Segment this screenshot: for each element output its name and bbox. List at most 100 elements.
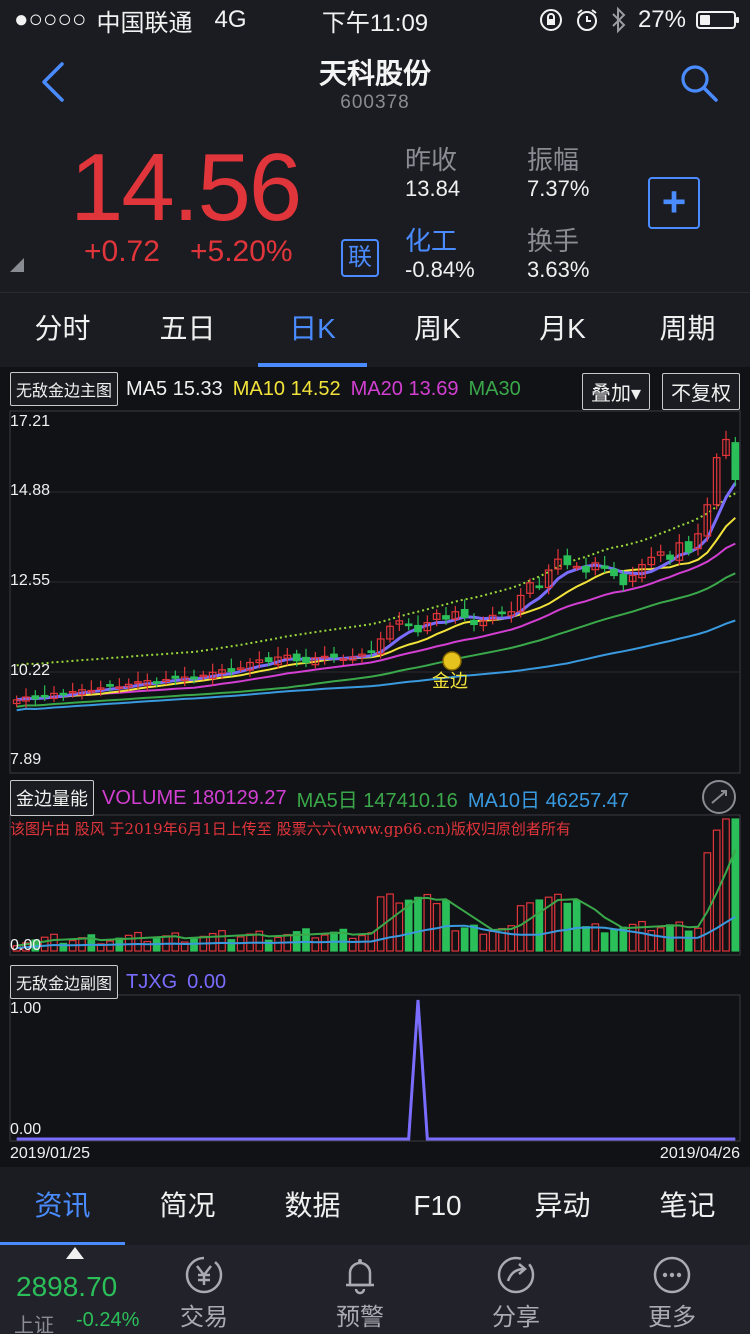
info-tab[interactable]: 异动 — [500, 1167, 625, 1245]
info-tab[interactable]: 资讯 — [0, 1167, 125, 1245]
period-tab[interactable]: 月K — [500, 293, 625, 367]
share-button[interactable]: 分享 — [438, 1245, 594, 1334]
sub-chart-header: 无敌金边副图 TJXG 0.00 — [10, 965, 226, 999]
stock-name: 天科股份 — [318, 58, 431, 89]
volume-bar — [684, 930, 693, 952]
sub-chart-frame — [9, 994, 741, 1142]
volume-bar — [694, 927, 702, 952]
volume-bar — [451, 930, 460, 952]
sector-link[interactable]: 化工 — [405, 221, 457, 258]
volume-bar — [722, 818, 730, 952]
candle-body — [40, 694, 49, 698]
candle-body — [302, 656, 310, 664]
volume-bar — [264, 939, 273, 952]
date-end-label: 2019/04/26 — [659, 1145, 740, 1162]
more-button[interactable]: 更多 — [594, 1245, 750, 1334]
price-change-percent: +5.20% — [190, 235, 293, 268]
candlestick-chart[interactable] — [0, 367, 750, 1167]
volume-ma10-line — [16, 915, 736, 950]
volume-zero-label: 0.00 — [10, 937, 42, 954]
volume-bar — [516, 905, 525, 952]
volume-bar — [423, 893, 432, 952]
candle-body — [600, 565, 609, 569]
tjxg-line — [16, 999, 736, 1141]
search-icon[interactable] — [678, 62, 720, 104]
y-tick-label: 10.22 — [10, 662, 51, 679]
rotation-lock-icon — [539, 9, 562, 31]
volume-bar — [582, 926, 590, 952]
nav-bar: 天科股份 600378 — [0, 40, 750, 122]
kline-chart-area: 无敌金边主图 MA5 15.33 MA10 14.52 MA20 13.69 M… — [0, 367, 750, 1167]
volume-bar — [348, 937, 357, 952]
current-price: 14.56 — [70, 134, 302, 241]
volume-bar — [190, 938, 198, 952]
candle-body — [731, 442, 740, 480]
volume-bar — [600, 932, 609, 952]
volume-bar — [50, 933, 58, 952]
candle-body — [442, 615, 450, 620]
candle-body — [171, 675, 180, 679]
info-tab[interactable]: 数据 — [250, 1167, 375, 1245]
ma60-line — [16, 619, 736, 712]
share-label: 分享 — [492, 1304, 540, 1331]
index-ticker[interactable]: 2898.70 上证 -0.24% — [0, 1245, 139, 1334]
volume-bar — [703, 852, 712, 952]
upper-band-line — [16, 492, 736, 667]
volume-bar — [563, 902, 572, 952]
candle-body — [460, 608, 469, 618]
prev-close-value: 13.84 — [405, 176, 461, 201]
candle-body — [59, 692, 68, 696]
sub-indicator-chip[interactable]: 无敌金边副图 — [10, 965, 119, 999]
volume-bar — [386, 893, 394, 952]
bottom-toolbar: 2898.70 上证 -0.24% 交易 预警 分享 更多 — [0, 1245, 750, 1334]
info-tab[interactable]: F10 — [375, 1167, 500, 1245]
switch-indicator-icon[interactable] — [699, 777, 739, 817]
sub-tick-label: 0.00 — [10, 1121, 42, 1138]
battery-icon — [696, 11, 739, 29]
add-watchlist-button[interactable]: + — [648, 177, 700, 229]
volume-bar — [656, 927, 665, 952]
vol-ma10-label: MA10日 — [467, 789, 541, 812]
period-tab[interactable]: 周期 — [625, 293, 750, 367]
period-tab[interactable]: 分时 — [0, 293, 125, 367]
alarm-icon — [576, 9, 597, 31]
index-name: 上证 — [14, 1315, 54, 1334]
volume-value: 180129.27 — [192, 786, 287, 809]
expand-up-icon[interactable] — [66, 1247, 84, 1259]
volume-header: 金边量能 VOLUME 180129.27 MA5日 147410.16 MA1… — [10, 780, 629, 816]
volume-bar — [460, 927, 469, 952]
candle-body — [414, 624, 422, 633]
trade-button[interactable]: 交易 — [126, 1245, 282, 1334]
tjxg-label: TJXG — [126, 970, 178, 993]
share-icon — [497, 1256, 535, 1294]
corner-triangle-icon — [10, 258, 24, 272]
period-tabs: 分时 五日 日K 周K 月K 周期 — [0, 292, 750, 367]
volume-bar — [610, 929, 618, 952]
trade-label: 交易 — [180, 1304, 228, 1331]
volume-indicator-chip[interactable]: 金边量能 — [10, 780, 94, 816]
marker-label: 金边 — [432, 671, 468, 691]
candle-body — [292, 653, 301, 662]
alert-label: 预警 — [336, 1304, 384, 1331]
volume-bar — [488, 930, 497, 952]
alert-button[interactable]: 预警 — [282, 1245, 438, 1334]
candle-body — [330, 653, 338, 658]
period-tab[interactable]: 周K — [375, 293, 500, 367]
volume-bar — [358, 934, 366, 952]
info-tab[interactable]: 笔记 — [625, 1167, 750, 1245]
linked-stock-button[interactable]: 联 — [341, 239, 379, 277]
candle-body — [404, 623, 413, 627]
candle-body — [264, 657, 273, 663]
tjxg-value: 0.00 — [187, 970, 227, 993]
candle-body — [190, 676, 198, 680]
volume-bar — [572, 899, 581, 952]
candle-body — [367, 650, 376, 654]
candle-body — [227, 668, 236, 673]
y-tick-label: 12.55 — [10, 572, 51, 589]
period-tab[interactable]: 日K — [250, 293, 375, 367]
amplitude-value: 7.37% — [527, 176, 590, 201]
info-tab[interactable]: 简况 — [125, 1167, 250, 1245]
volume-label: VOLUME — [102, 786, 187, 809]
main-chart-frame — [9, 410, 741, 774]
period-tab[interactable]: 五日 — [125, 293, 250, 367]
